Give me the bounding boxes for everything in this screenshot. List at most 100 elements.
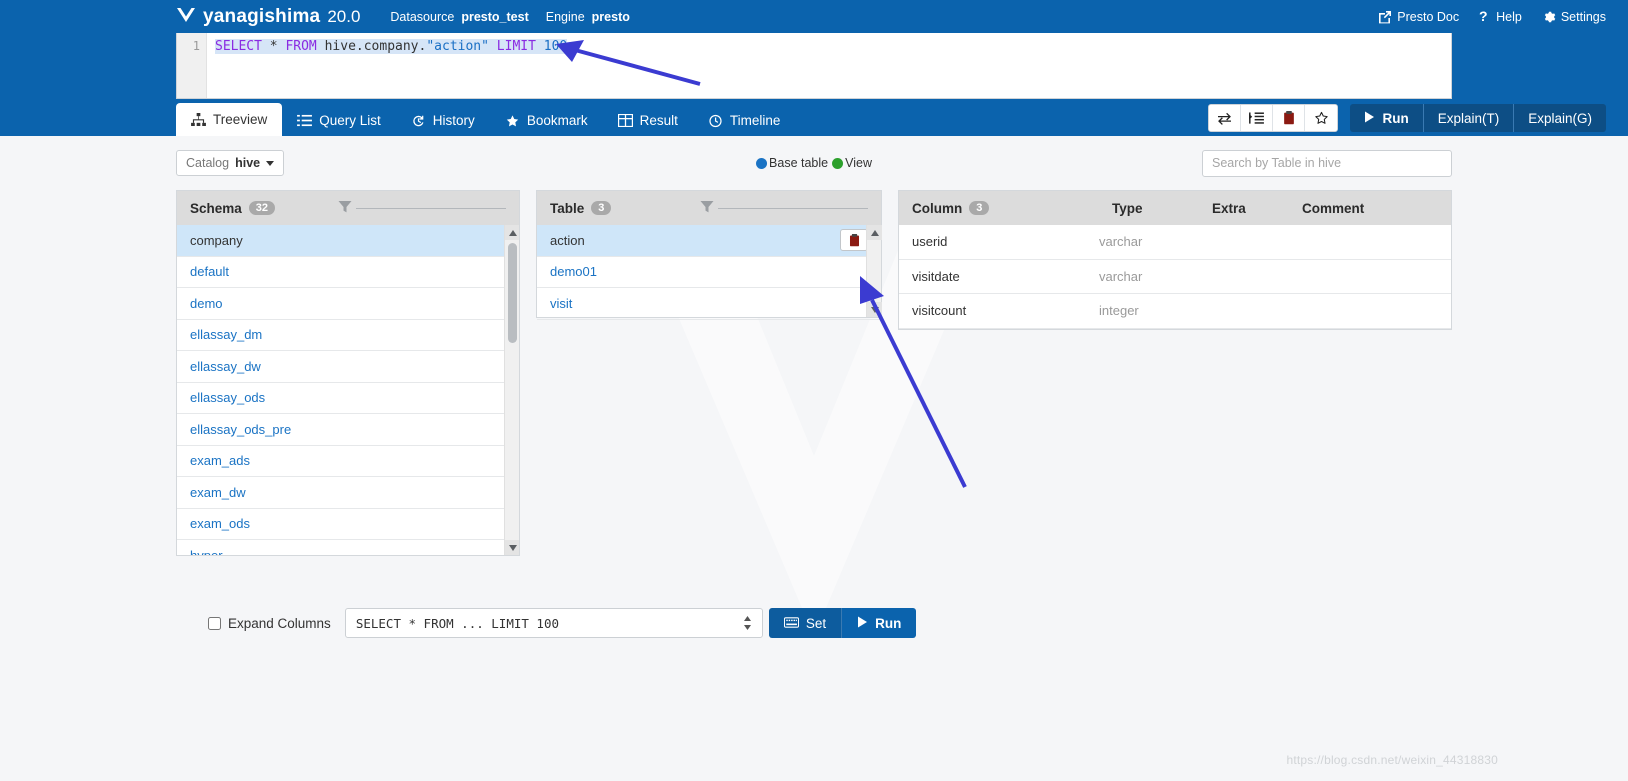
legend-view-dot <box>832 157 844 169</box>
expand-columns-checkbox[interactable]: Expand Columns <box>208 616 331 631</box>
presto-doc-link[interactable]: Presto Doc <box>1378 10 1459 24</box>
play-icon <box>1364 111 1375 126</box>
list-icon <box>297 114 313 127</box>
run-button-label: Run <box>1382 110 1409 126</box>
schema-list-item[interactable]: company <box>177 225 519 257</box>
datasource-value: presto_test <box>461 9 529 24</box>
editor-gutter: 1 <box>177 33 207 98</box>
table-list-item-label: demo01 <box>550 264 597 280</box>
swap-icon[interactable] <box>1209 105 1242 131</box>
history-icon <box>411 114 426 128</box>
scroll-down-arrow-icon[interactable] <box>867 302 882 317</box>
column-panel: Column 3 Type Extra Comment userid varcha… <box>898 190 1452 330</box>
table-list-item-label: visit <box>550 295 573 311</box>
schema-list-item[interactable]: ellassay_dw <box>177 351 519 383</box>
star-outline-icon[interactable] <box>1305 105 1338 131</box>
watermark-url: https://blog.csdn.net/weixin_44318830 <box>1286 753 1498 767</box>
column-type-cell: varchar <box>1099 234 1143 250</box>
legend-view-label: View <box>845 156 872 170</box>
legend-view: View <box>832 156 872 170</box>
tab-treeview[interactable]: Treeview <box>176 103 283 136</box>
datasource-label: Datasource <box>390 9 455 24</box>
search-input[interactable] <box>1202 149 1452 177</box>
scroll-up-arrow-icon[interactable] <box>867 225 882 240</box>
star-icon <box>505 114 520 128</box>
settings-link[interactable]: Settings <box>1542 10 1606 24</box>
tab-list: Treeview Query List History Bookmark Res… <box>176 99 795 136</box>
column-table-row: visitcount integer <box>899 294 1451 329</box>
bottom-run-button[interactable]: Run <box>841 608 917 638</box>
datasource-info: Datasource presto_test Engine presto <box>390 10 629 24</box>
schema-list-item[interactable]: hyper <box>177 540 519 555</box>
table-list-item-label: action <box>550 232 585 248</box>
external-link-icon <box>1378 10 1392 24</box>
tab-result[interactable]: Result <box>603 105 693 136</box>
schema-list-item-label: company <box>190 232 243 248</box>
schema-list-item[interactable]: exam_ods <box>177 509 519 540</box>
table-list-item[interactable]: visit <box>537 288 881 320</box>
schema-list-item[interactable]: demo <box>177 288 519 320</box>
schema-scrollbar[interactable] <box>504 225 519 555</box>
tab-result-label: Result <box>639 113 678 128</box>
sql-code[interactable]: SELECT * FROM hive.company."action" LIMI… <box>207 33 1451 98</box>
set-button-label: Set <box>805 615 827 631</box>
run-button[interactable]: Run <box>1350 104 1424 132</box>
schema-list-item[interactable]: ellassay_ods_pre <box>177 414 519 446</box>
sql-text: SELECT * FROM hive.company."action" LIMI… <box>215 39 568 54</box>
explain-t-button[interactable]: Explain(T) <box>1423 104 1515 132</box>
legend-base-table-label: Base table <box>769 156 829 170</box>
treeview-toolbar: Catalog hive Base table View <box>176 136 1452 190</box>
table-title: Table <box>550 200 585 216</box>
sql-token: * <box>269 39 278 54</box>
column-extra-header: Extra <box>1212 200 1246 216</box>
main-content: Catalog hive Base table View Schema 32 <box>0 136 1628 638</box>
schema-list-item-label: ellassay_dw <box>190 358 261 374</box>
schema-list-item[interactable]: exam_dw <box>177 477 519 509</box>
catalog-dropdown[interactable]: Catalog hive <box>176 150 285 176</box>
expand-columns-input[interactable] <box>208 616 221 630</box>
sql-editor[interactable]: 1 SELECT * FROM hive.company."action" LI… <box>176 33 1452 99</box>
sql-token: "action" <box>426 39 489 54</box>
schema-title: Schema <box>190 200 242 216</box>
table-list-item[interactable]: demo01 <box>537 257 881 288</box>
tab-history[interactable]: History <box>396 105 490 136</box>
legend-base-table-dot <box>756 157 768 169</box>
schema-list-item-label: exam_dw <box>190 484 246 500</box>
table-filter-icon[interactable] <box>700 200 714 217</box>
column-name-cell: visitcount <box>912 303 967 319</box>
schema-panel-header: Schema 32 <box>177 191 519 225</box>
column-type-header: Type <box>1112 200 1143 216</box>
schema-filter-icon[interactable] <box>338 200 352 217</box>
schema-list-item[interactable]: ellassay_dm <box>177 320 519 351</box>
tab-history-label: History <box>432 113 475 128</box>
legend: Base table View <box>756 156 872 170</box>
help-link[interactable]: ? Help <box>1479 9 1522 24</box>
clock-icon <box>708 114 723 128</box>
sql-token: FROM <box>285 39 317 54</box>
set-button[interactable]: Set <box>768 608 842 638</box>
schema-list-item[interactable]: default <box>177 257 519 288</box>
explain-g-button[interactable]: Explain(G) <box>1514 104 1606 132</box>
query-template-select[interactable]: SELECT * FROM ... LIMIT 100 <box>344 608 763 638</box>
tab-query-list[interactable]: Query List <box>282 105 396 136</box>
copy-table-name-button[interactable] <box>840 229 868 252</box>
tab-bookmark[interactable]: Bookmark <box>490 105 603 136</box>
column-type-cell: integer <box>1099 303 1139 319</box>
explain-g-label: Explain(G) <box>1528 110 1592 126</box>
schema-list-item[interactable]: ellassay_ods <box>177 383 519 414</box>
tab-timeline[interactable]: Timeline <box>693 105 796 136</box>
scroll-down-arrow-icon[interactable] <box>505 540 519 555</box>
schema-scroll-thumb[interactable] <box>508 243 517 343</box>
table-scrollbar[interactable] <box>866 225 882 317</box>
column-count-badge: 3 <box>969 201 990 215</box>
schema-list-item[interactable]: exam_ads <box>177 446 519 477</box>
clipboard-icon[interactable] <box>1273 105 1306 131</box>
sql-token: SELECT <box>215 39 262 54</box>
table-list-item[interactable]: action <box>537 225 881 257</box>
column-type-cell: varchar <box>1099 268 1143 284</box>
keyboard-icon <box>783 616 799 631</box>
scroll-up-arrow-icon[interactable] <box>505 225 519 240</box>
format-indent-icon[interactable] <box>1241 105 1274 131</box>
